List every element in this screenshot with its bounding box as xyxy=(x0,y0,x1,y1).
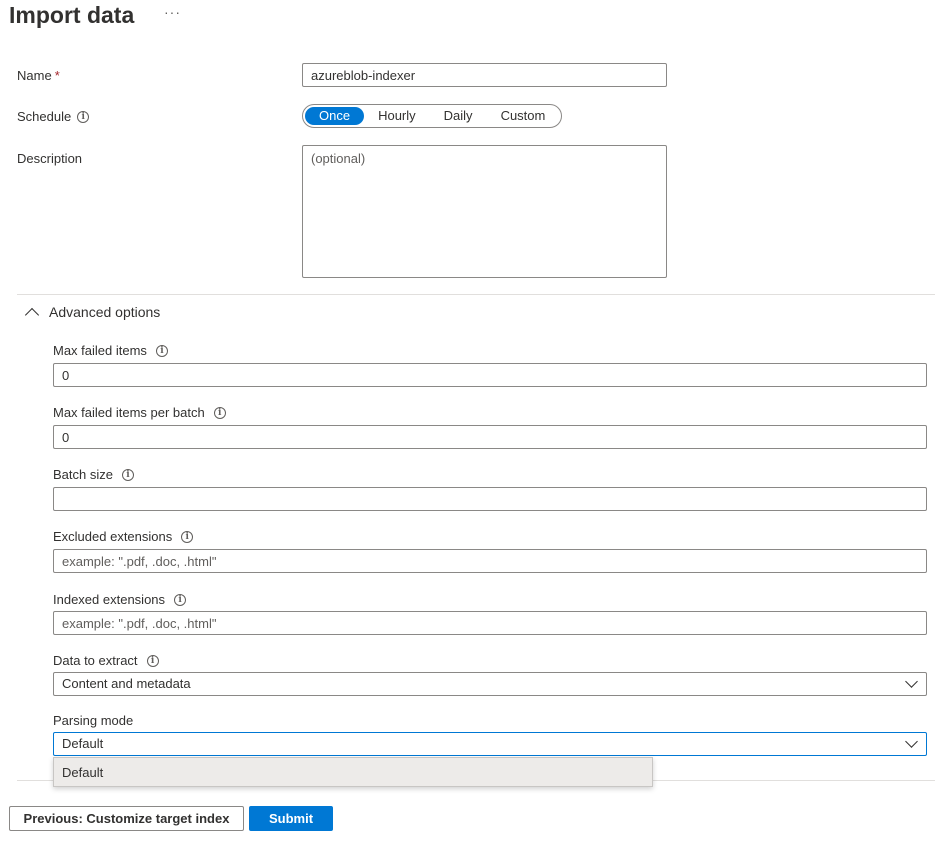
batch-size-input[interactable] xyxy=(53,487,927,511)
batch-size-label-text: Batch size xyxy=(53,467,113,482)
chevron-up-icon xyxy=(24,307,40,322)
max-failed-items-per-batch-label: Max failed items per batch i xyxy=(53,405,226,420)
info-icon[interactable]: i xyxy=(181,530,194,543)
schedule-option-daily[interactable]: Daily xyxy=(430,107,487,125)
max-failed-items-per-batch-input[interactable] xyxy=(53,425,927,449)
info-icon[interactable]: i xyxy=(121,468,134,481)
data-to-extract-label: Data to extract i xyxy=(53,653,159,668)
info-icon[interactable]: i xyxy=(146,654,159,667)
info-icon[interactable]: i xyxy=(77,110,90,123)
info-icon[interactable]: i xyxy=(213,406,226,419)
indexed-extensions-label: Indexed extensions i xyxy=(53,592,187,607)
previous-button[interactable]: Previous: Customize target index xyxy=(9,806,244,831)
indexed-extensions-label-text: Indexed extensions xyxy=(53,592,166,607)
indexed-extensions-input[interactable] xyxy=(53,611,927,635)
data-to-extract-label-text: Data to extract xyxy=(53,653,138,668)
schedule-toggle: Once Hourly Daily Custom xyxy=(302,104,563,128)
advanced-options-label: Advanced options xyxy=(49,304,161,320)
schedule-option-custom[interactable]: Custom xyxy=(487,107,560,125)
excluded-extensions-input[interactable] xyxy=(53,549,927,573)
info-icon[interactable]: i xyxy=(155,344,168,357)
excluded-extensions-label: Excluded extensions i xyxy=(53,529,194,544)
more-icon[interactable]: ··· xyxy=(164,4,181,20)
max-failed-items-per-batch-label-text: Max failed items per batch xyxy=(53,405,205,420)
max-failed-items-label: Max failed items i xyxy=(53,343,168,358)
advanced-options-toggle[interactable]: Advanced options xyxy=(24,304,161,322)
max-failed-items-input[interactable] xyxy=(53,363,927,387)
schedule-label-text: Schedule xyxy=(17,109,72,124)
description-label-text: Description xyxy=(17,151,83,166)
parsing-mode-value: Default xyxy=(62,736,104,751)
parsing-mode-label: Parsing mode xyxy=(53,713,133,728)
info-icon[interactable]: i xyxy=(174,593,187,606)
required-mark: * xyxy=(54,68,60,83)
data-to-extract-value: Content and metadata xyxy=(62,676,191,691)
description-label: Description xyxy=(17,151,82,166)
schedule-option-hourly[interactable]: Hourly xyxy=(364,107,430,125)
chevron-down-icon xyxy=(905,735,918,748)
batch-size-label: Batch size i xyxy=(53,467,134,482)
parsing-mode-dropdown[interactable]: Default xyxy=(53,732,927,756)
name-label: Name * xyxy=(17,68,60,83)
chevron-down-icon xyxy=(905,675,918,688)
parsing-mode-label-text: Parsing mode xyxy=(53,713,134,728)
schedule-option-once[interactable]: Once xyxy=(305,107,365,125)
name-input[interactable] xyxy=(302,63,667,87)
page-title: Import data xyxy=(9,2,135,28)
section-divider xyxy=(17,294,935,295)
max-failed-items-label-text: Max failed items xyxy=(53,343,147,358)
data-to-extract-dropdown[interactable]: Content and metadata xyxy=(53,672,927,696)
submit-button[interactable]: Submit xyxy=(249,806,333,831)
schedule-label: Schedule i xyxy=(17,109,90,124)
name-label-text: Name xyxy=(17,68,52,83)
parsing-mode-option-default[interactable]: Default xyxy=(53,757,653,787)
description-field[interactable] xyxy=(302,145,667,278)
excluded-extensions-label-text: Excluded extensions xyxy=(53,529,173,544)
